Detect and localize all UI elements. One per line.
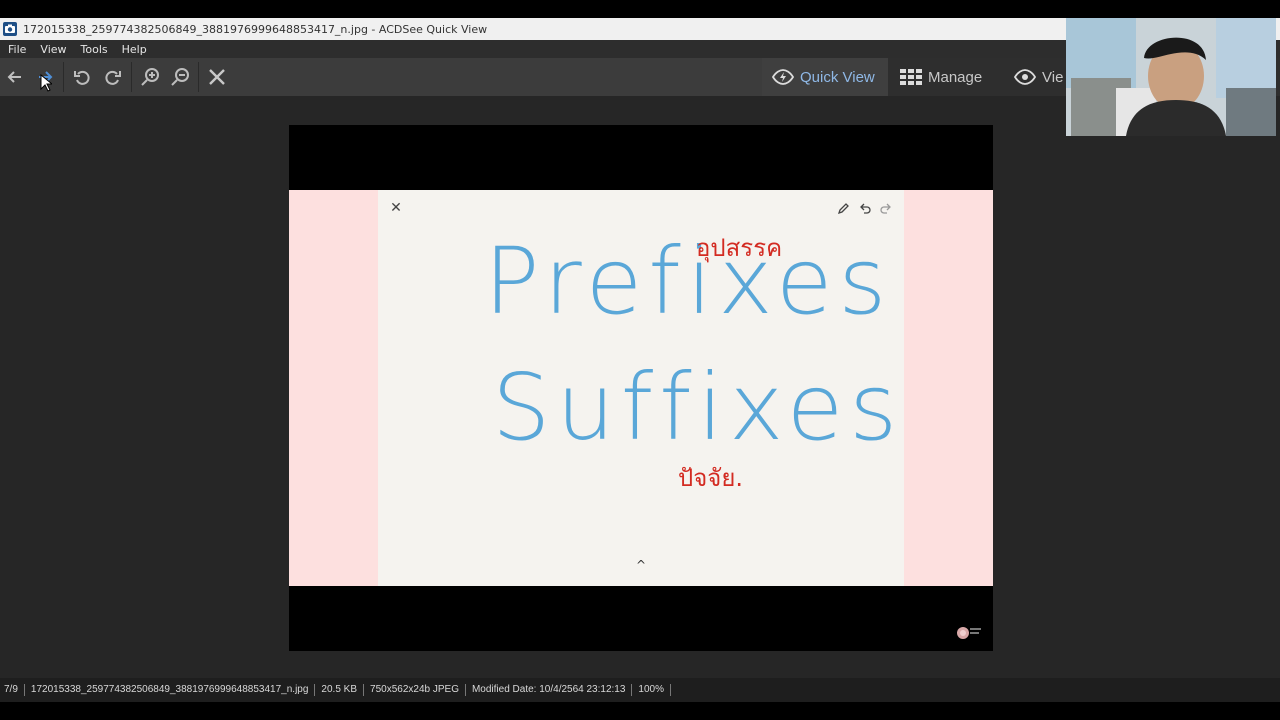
eye-icon xyxy=(1014,69,1036,85)
toolbar-separator xyxy=(63,62,64,92)
zoom-in-button[interactable] xyxy=(138,65,162,89)
status-filename: 172015338_259774382506849_38819769996488… xyxy=(25,684,316,696)
zoom-out-icon xyxy=(171,68,189,86)
mode-manage-label: Manage xyxy=(928,68,983,86)
rotate-right-button[interactable] xyxy=(101,65,125,89)
status-filesize: 20.5 KB xyxy=(315,684,365,696)
status-position: 7/9 xyxy=(0,684,25,696)
undo-icon xyxy=(860,203,871,214)
status-zoom: 100% xyxy=(632,684,671,696)
redo-icon xyxy=(880,203,891,214)
mouse-cursor-icon xyxy=(40,74,52,92)
close-icon xyxy=(209,69,225,85)
close-viewer-button[interactable] xyxy=(205,65,229,89)
back-arrow-icon xyxy=(7,71,21,83)
bottom-black-strip xyxy=(0,702,1280,720)
handwritten-word-suffixes: Suffixes xyxy=(492,354,904,461)
menu-view[interactable]: View xyxy=(33,43,73,56)
mode-view-label: Vie xyxy=(1042,68,1064,86)
menu-file[interactable]: File xyxy=(0,43,33,56)
mode-view[interactable]: Vie xyxy=(1014,58,1063,96)
pen-icon xyxy=(837,203,849,215)
menu-tools[interactable]: Tools xyxy=(74,43,115,56)
mode-manage[interactable]: Manage xyxy=(900,58,982,96)
webcam-overlay xyxy=(1066,18,1276,136)
chevron-up-icon: ^ xyxy=(635,558,647,572)
window-title: 172015338_259774382506849_38819769996488… xyxy=(23,22,488,36)
toolbar-separator xyxy=(131,62,132,92)
back-button[interactable] xyxy=(3,65,27,89)
rotate-left-button[interactable] xyxy=(70,65,94,89)
status-modified-date: Modified Date: 10/4/2564 23:12:13 xyxy=(466,684,633,696)
status-dimensions: 750x562x24b JPEG xyxy=(364,684,466,696)
status-bar: 7/9 172015338_259774382506849_3881976999… xyxy=(0,678,1280,702)
toolbar-separator xyxy=(198,62,199,92)
handwritten-thai-top: อุปสรรค xyxy=(696,234,783,262)
mode-quick-view[interactable]: Quick View xyxy=(762,58,888,96)
rotate-right-icon xyxy=(105,70,121,85)
grid-icon xyxy=(900,69,922,85)
eye-bolt-icon xyxy=(772,69,794,85)
whiteboard-close-icon: ✕ xyxy=(390,200,402,216)
rotate-left-icon xyxy=(74,70,90,85)
toolbar-left xyxy=(0,58,762,96)
zoom-in-icon xyxy=(141,68,159,86)
handwritten-word-prefixes: Prefixes xyxy=(484,228,893,335)
webcam-person-image xyxy=(1066,18,1276,136)
menu-help[interactable]: Help xyxy=(115,43,154,56)
handwritten-thai-bottom: ปัจจัย. xyxy=(678,464,744,492)
watermark-logo-icon xyxy=(957,627,981,639)
top-black-strip xyxy=(0,0,1280,18)
zoom-out-button[interactable] xyxy=(168,65,192,89)
mode-quick-view-label: Quick View xyxy=(800,68,875,86)
camera-icon xyxy=(3,22,17,36)
